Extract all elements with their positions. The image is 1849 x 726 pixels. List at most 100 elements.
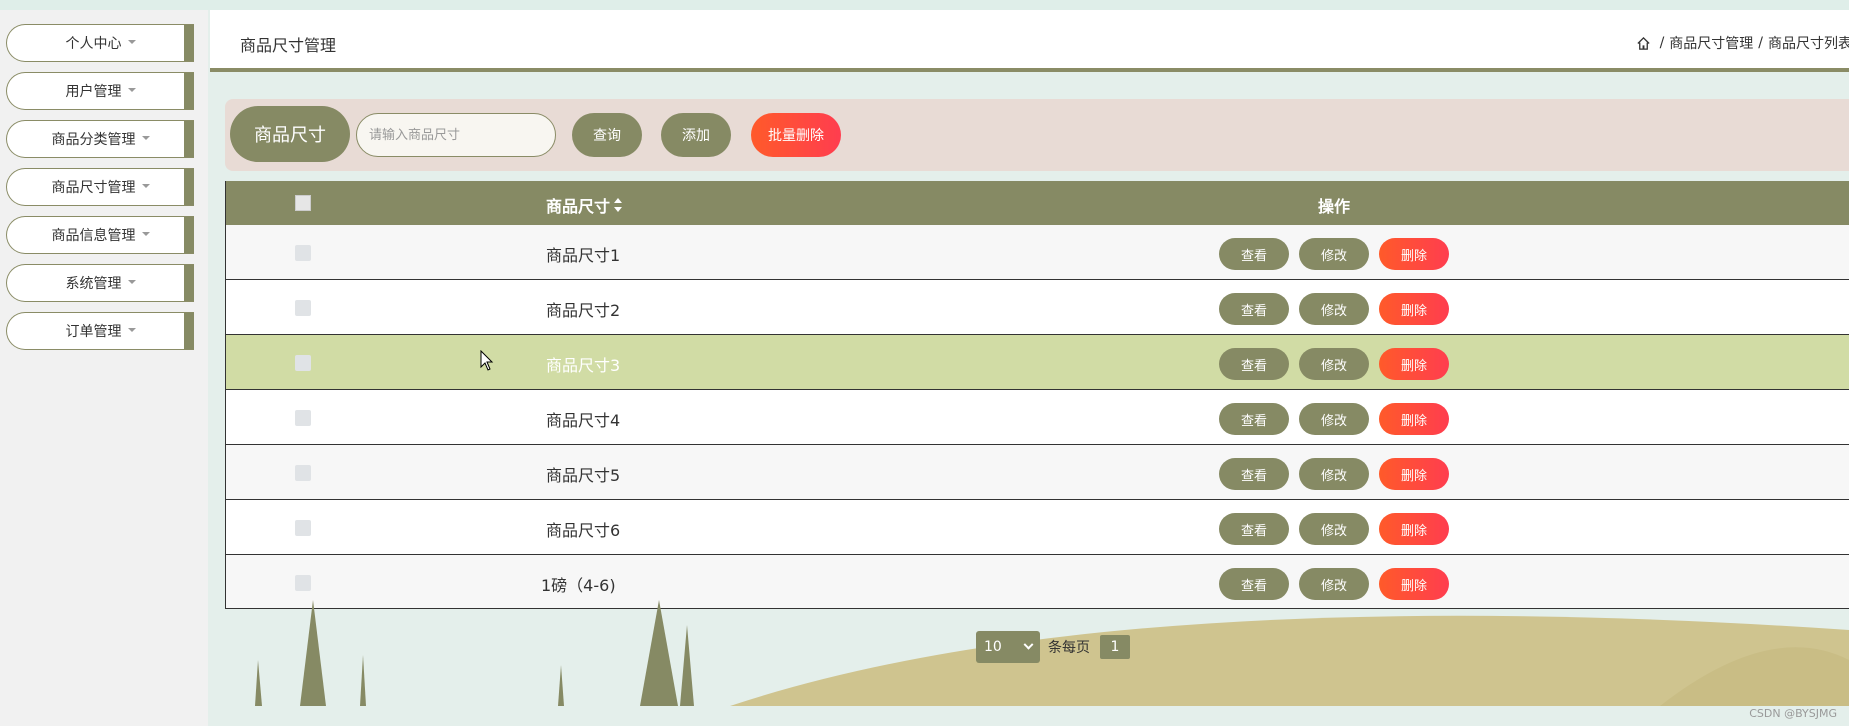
search-field-label: 商品尺寸 <box>230 106 350 162</box>
header: 商品尺寸管理 / 商品尺寸管理 / 商品尺寸列表 <box>210 10 1849 72</box>
select-all-checkbox[interactable] <box>295 195 311 211</box>
delete-button[interactable]: 删除 <box>1379 403 1449 435</box>
row-checkbox[interactable] <box>295 410 311 426</box>
view-button[interactable]: 查看 <box>1219 458 1289 490</box>
edit-button[interactable]: 修改 <box>1299 348 1369 380</box>
view-button[interactable]: 查看 <box>1219 568 1289 600</box>
table-row[interactable]: 商品尺寸4 查看 修改 删除 <box>226 390 1849 445</box>
column-header-operation: 操作 <box>1318 197 1351 216</box>
data-table: 商品尺寸 操作 商品尺寸1 查看 修改 删除 商品尺寸2 查看 修改 删除 商品… <box>225 181 1849 609</box>
sidebar-item-label: 商品尺寸管理 <box>51 180 136 196</box>
batch-delete-button[interactable]: 批量删除 <box>751 113 841 157</box>
view-button[interactable]: 查看 <box>1219 513 1289 545</box>
add-button[interactable]: 添加 <box>661 113 731 157</box>
table-row-hovered[interactable]: 商品尺寸3 查看 修改 删除 <box>226 335 1849 390</box>
sidebar-item-label: 订单管理 <box>65 324 122 340</box>
edit-button[interactable]: 修改 <box>1299 293 1369 325</box>
column-header-size[interactable]: 商品尺寸 <box>546 193 623 217</box>
page-size-value: 10 <box>984 639 1002 655</box>
mouse-cursor-icon <box>480 350 494 371</box>
caret-down-icon <box>127 280 136 284</box>
sidebar-item-order-management[interactable]: 订单管理 <box>6 312 194 350</box>
cell-size-name: 商品尺寸4 <box>546 411 621 430</box>
home-icon[interactable] <box>1636 36 1651 51</box>
delete-button[interactable]: 删除 <box>1379 568 1449 600</box>
cell-size-name: 商品尺寸5 <box>546 466 621 485</box>
cell-size-name: 商品尺寸6 <box>546 521 621 540</box>
sidebar-item-category-management[interactable]: 商品分类管理 <box>6 120 194 158</box>
row-checkbox[interactable] <box>295 300 311 316</box>
delete-button[interactable]: 删除 <box>1379 348 1449 380</box>
tree-icon <box>558 665 564 706</box>
sidebar-item-accent <box>184 25 194 61</box>
tree-icon <box>360 655 366 706</box>
page-size-select[interactable]: 10 <box>976 631 1040 663</box>
chevron-down-icon <box>1023 639 1034 650</box>
sidebar-item-accent <box>184 313 194 349</box>
query-button[interactable]: 查询 <box>572 113 642 157</box>
row-checkbox[interactable] <box>295 465 311 481</box>
breadcrumb-item-current: 商品尺寸列表 <box>1768 36 1849 52</box>
sidebar-item-label: 商品信息管理 <box>51 228 136 244</box>
breadcrumb-separator: / <box>1659 35 1665 51</box>
top-strip <box>0 0 1849 10</box>
caret-down-icon <box>141 136 150 140</box>
edit-button[interactable]: 修改 <box>1299 403 1369 435</box>
row-checkbox[interactable] <box>295 355 311 371</box>
row-checkbox[interactable] <box>295 520 311 536</box>
search-bar: 商品尺寸 查询 添加 批量删除 <box>225 99 1849 171</box>
sidebar-item-user-management[interactable]: 用户管理 <box>6 72 194 110</box>
row-checkbox[interactable] <box>295 245 311 261</box>
delete-button[interactable]: 删除 <box>1379 458 1449 490</box>
sort-icon[interactable] <box>614 198 623 212</box>
sidebar: 个人中心 用户管理 商品分类管理 商品尺寸管理 商品信息管理 系统管理 订单管理 <box>0 10 208 726</box>
table-row[interactable]: 商品尺寸1 查看 修改 删除 <box>226 225 1849 280</box>
view-button[interactable]: 查看 <box>1219 238 1289 270</box>
page-number-current[interactable]: 1 <box>1100 635 1130 659</box>
sidebar-item-label: 系统管理 <box>65 276 122 292</box>
watermark: CSDN @BYSJMG <box>1749 707 1837 720</box>
sidebar-item-accent <box>184 217 194 253</box>
sidebar-item-label: 个人中心 <box>65 36 122 52</box>
tree-icon <box>255 660 262 706</box>
delete-button[interactable]: 删除 <box>1379 293 1449 325</box>
table-row[interactable]: 商品尺寸2 查看 修改 删除 <box>226 280 1849 335</box>
breadcrumb-item[interactable]: 商品尺寸管理 <box>1669 33 1753 53</box>
column-header-label: 商品尺寸 <box>546 197 611 216</box>
cell-size-name: 1磅（4-6) <box>541 576 616 595</box>
caret-down-icon <box>127 88 136 92</box>
sidebar-item-accent <box>184 265 194 301</box>
caret-down-icon <box>141 184 150 188</box>
sidebar-item-label: 用户管理 <box>65 84 122 100</box>
sidebar-item-accent <box>184 169 194 205</box>
caret-down-icon <box>127 328 136 332</box>
sidebar-item-product-info-management[interactable]: 商品信息管理 <box>6 216 194 254</box>
search-input[interactable] <box>356 113 556 157</box>
view-button[interactable]: 查看 <box>1219 348 1289 380</box>
table-header: 商品尺寸 操作 <box>226 181 1849 225</box>
sidebar-item-accent <box>184 121 194 157</box>
view-button[interactable]: 查看 <box>1219 293 1289 325</box>
sidebar-item-system-management[interactable]: 系统管理 <box>6 264 194 302</box>
sidebar-item-label: 商品分类管理 <box>51 132 136 148</box>
table-row[interactable]: 商品尺寸5 查看 修改 删除 <box>226 445 1849 500</box>
breadcrumb: / 商品尺寸管理 / 商品尺寸列表 <box>1636 33 1849 53</box>
delete-button[interactable]: 删除 <box>1379 513 1449 545</box>
edit-button[interactable]: 修改 <box>1299 513 1369 545</box>
delete-button[interactable]: 删除 <box>1379 238 1449 270</box>
sidebar-item-personal-center[interactable]: 个人中心 <box>6 24 194 62</box>
tree-icon <box>640 600 678 706</box>
per-page-label: 条每页 <box>1048 640 1090 656</box>
cell-size-name: 商品尺寸2 <box>546 301 621 320</box>
sidebar-item-accent <box>184 73 194 109</box>
edit-button[interactable]: 修改 <box>1299 238 1369 270</box>
table-row[interactable]: 商品尺寸6 查看 修改 删除 <box>226 500 1849 555</box>
row-checkbox[interactable] <box>295 575 311 591</box>
pagination: 10 条每页 1 <box>976 631 1130 663</box>
tree-icon <box>680 625 694 706</box>
edit-button[interactable]: 修改 <box>1299 458 1369 490</box>
sidebar-item-size-management[interactable]: 商品尺寸管理 <box>6 168 194 206</box>
view-button[interactable]: 查看 <box>1219 403 1289 435</box>
edit-button[interactable]: 修改 <box>1299 568 1369 600</box>
cell-size-name: 商品尺寸1 <box>546 246 621 265</box>
